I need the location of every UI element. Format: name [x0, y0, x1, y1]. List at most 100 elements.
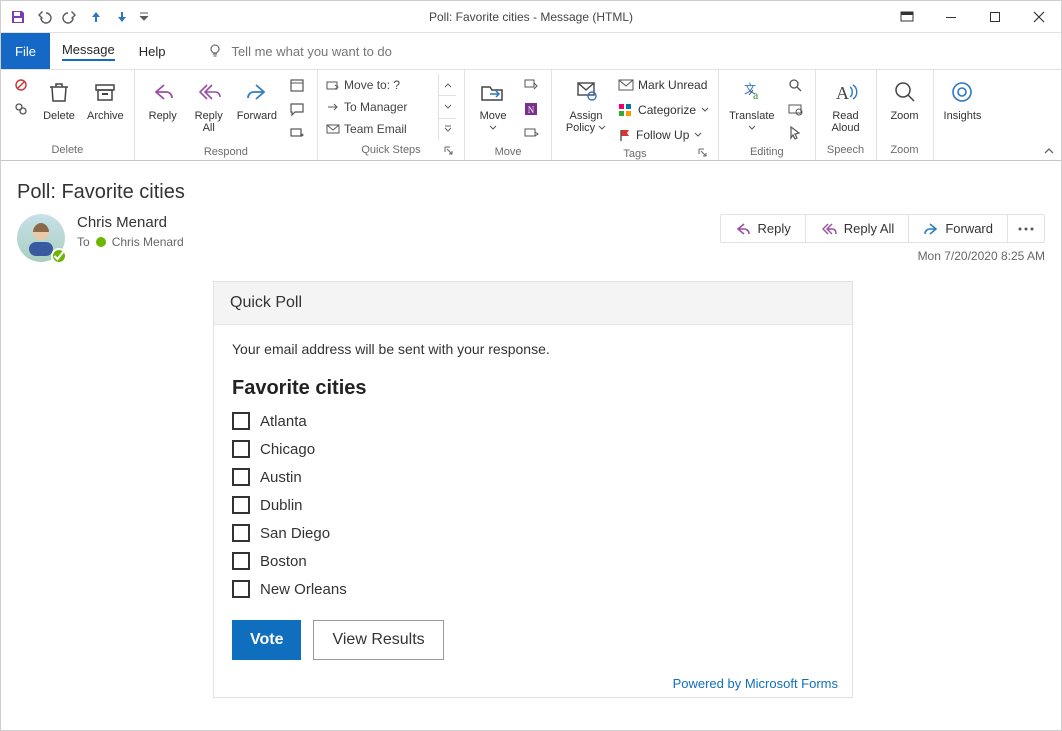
- translate-button[interactable]: 文a Translate: [727, 74, 776, 136]
- vote-button[interactable]: Vote: [232, 620, 301, 660]
- reply-all-icon: [820, 222, 838, 236]
- meeting-button[interactable]: [285, 74, 309, 96]
- chevron-down-icon: [701, 107, 709, 113]
- onenote-icon: N: [523, 101, 539, 117]
- poll-option[interactable]: Dublin: [232, 496, 834, 514]
- chevron-down-icon: [139, 12, 149, 22]
- junk-button[interactable]: [9, 98, 33, 120]
- chevron-down-icon: [598, 125, 606, 131]
- header-reply-all-button[interactable]: Reply All: [806, 215, 910, 242]
- rules-button[interactable]: [519, 74, 543, 96]
- chat-icon: [289, 101, 305, 117]
- poll-option[interactable]: Boston: [232, 552, 834, 570]
- reply-icon: [735, 222, 751, 236]
- message-subject: Poll: Favorite cities: [17, 181, 1045, 204]
- move-button[interactable]: Move: [473, 74, 513, 136]
- sender-avatar[interactable]: [17, 214, 65, 262]
- save-button[interactable]: [7, 6, 29, 28]
- group-label-quicksteps: Quick Steps: [326, 142, 456, 158]
- onenote-button[interactable]: N: [519, 98, 543, 120]
- delete-button[interactable]: Delete: [39, 74, 79, 124]
- quickstep-team-email[interactable]: Team Email: [326, 119, 438, 139]
- undo-button[interactable]: [33, 6, 55, 28]
- poll-option[interactable]: Chicago: [232, 440, 834, 458]
- reply-button[interactable]: Reply: [143, 74, 183, 124]
- poll-option-label: New Orleans: [260, 581, 347, 598]
- qs-scroll-down[interactable]: [439, 96, 456, 118]
- recipient-presence-icon: [96, 237, 106, 247]
- forward-im-button[interactable]: [285, 98, 309, 120]
- insights-button[interactable]: Insights: [942, 74, 984, 124]
- chevron-down-icon: [694, 132, 702, 138]
- read-aloud-button[interactable]: A Read Aloud: [824, 74, 868, 136]
- tab-help[interactable]: Help: [127, 33, 178, 69]
- tell-me-search[interactable]: Tell me what you want to do: [207, 33, 391, 69]
- actions-button[interactable]: [519, 122, 543, 144]
- ribbon-tabs: File Message Help Tell me what you want …: [1, 33, 1061, 69]
- select-button[interactable]: [783, 122, 807, 144]
- tab-file[interactable]: File: [1, 33, 50, 69]
- tab-message[interactable]: Message: [50, 33, 127, 69]
- actions-icon: [523, 125, 539, 141]
- group-respond: Reply Reply All Forward Respond: [135, 70, 318, 160]
- poll-option-label: Austin: [260, 469, 302, 486]
- message-timestamp: Mon 7/20/2020 8:25 AM: [918, 249, 1045, 263]
- related-button[interactable]: [783, 98, 807, 120]
- quickstep-to-manager[interactable]: To Manager: [326, 97, 438, 117]
- collapse-ribbon-button[interactable]: [1043, 146, 1055, 156]
- next-item-button[interactable]: [111, 6, 133, 28]
- close-button[interactable]: [1017, 1, 1061, 32]
- group-label-editing: Editing: [727, 144, 806, 158]
- find-button[interactable]: [783, 74, 807, 96]
- previous-item-button[interactable]: [85, 6, 107, 28]
- archive-button[interactable]: Archive: [85, 74, 126, 124]
- caret-down-icon: [444, 103, 452, 111]
- calendar-icon: [289, 77, 305, 93]
- zoom-button[interactable]: Zoom: [885, 74, 925, 124]
- chevron-up-icon: [1043, 146, 1055, 156]
- redo-button[interactable]: [59, 6, 81, 28]
- poll-option[interactable]: New Orleans: [232, 580, 834, 598]
- group-quick-steps: Move to: ? To Manager Team Email Quick S…: [318, 70, 465, 160]
- zoom-icon: [892, 79, 918, 105]
- group-move: Move N Move: [465, 70, 552, 160]
- group-zoom: Zoom Zoom: [877, 70, 934, 160]
- poll-option-label: Atlanta: [260, 413, 307, 430]
- folder-move-icon: [326, 78, 340, 92]
- forward-button[interactable]: Forward: [235, 74, 279, 124]
- message-header: Chris Menard To Chris Menard Reply Reply…: [17, 214, 1045, 263]
- redo-icon: [62, 9, 78, 25]
- junk-icon: [13, 101, 29, 117]
- group-tags: Assign Policy Mark Unread Categorize Fol…: [552, 70, 719, 160]
- qs-gallery-button[interactable]: [439, 119, 456, 140]
- powered-by-link[interactable]: Powered by Microsoft Forms: [673, 676, 838, 691]
- checkbox-icon: [232, 580, 250, 598]
- group-delete: Delete Archive Delete: [1, 70, 135, 160]
- caret-up-icon: [444, 81, 452, 89]
- mark-unread-button[interactable]: Mark Unread: [618, 74, 710, 96]
- group-label-tags: Tags: [560, 146, 710, 160]
- qs-scroll-up[interactable]: [439, 74, 456, 96]
- qat-customize-button[interactable]: [137, 6, 151, 28]
- poll-option[interactable]: Atlanta: [232, 412, 834, 430]
- poll-option[interactable]: Austin: [232, 468, 834, 486]
- poll-option[interactable]: San Diego: [232, 524, 834, 542]
- ribbon-display-button[interactable]: [885, 1, 929, 32]
- quicksteps-dialog-launcher[interactable]: [442, 144, 454, 156]
- caret-bar-down-icon: [444, 125, 452, 133]
- maximize-button[interactable]: [973, 1, 1017, 32]
- quickstep-moveto[interactable]: Move to: ?: [326, 75, 438, 95]
- header-more-actions-button[interactable]: [1008, 215, 1044, 242]
- view-results-button[interactable]: View Results: [313, 620, 443, 660]
- group-insights: Insights: [934, 70, 992, 160]
- header-forward-button[interactable]: Forward: [909, 215, 1008, 242]
- reply-all-button[interactable]: Reply All: [189, 74, 229, 136]
- ignore-button[interactable]: [9, 74, 33, 96]
- categorize-button[interactable]: Categorize: [618, 99, 710, 121]
- more-respond-button[interactable]: [285, 122, 309, 144]
- follow-up-button[interactable]: Follow Up: [618, 124, 710, 146]
- tags-dialog-launcher[interactable]: [696, 146, 708, 158]
- minimize-button[interactable]: [929, 1, 973, 32]
- header-reply-button[interactable]: Reply: [721, 215, 805, 242]
- assign-policy-button[interactable]: Assign Policy: [560, 74, 612, 136]
